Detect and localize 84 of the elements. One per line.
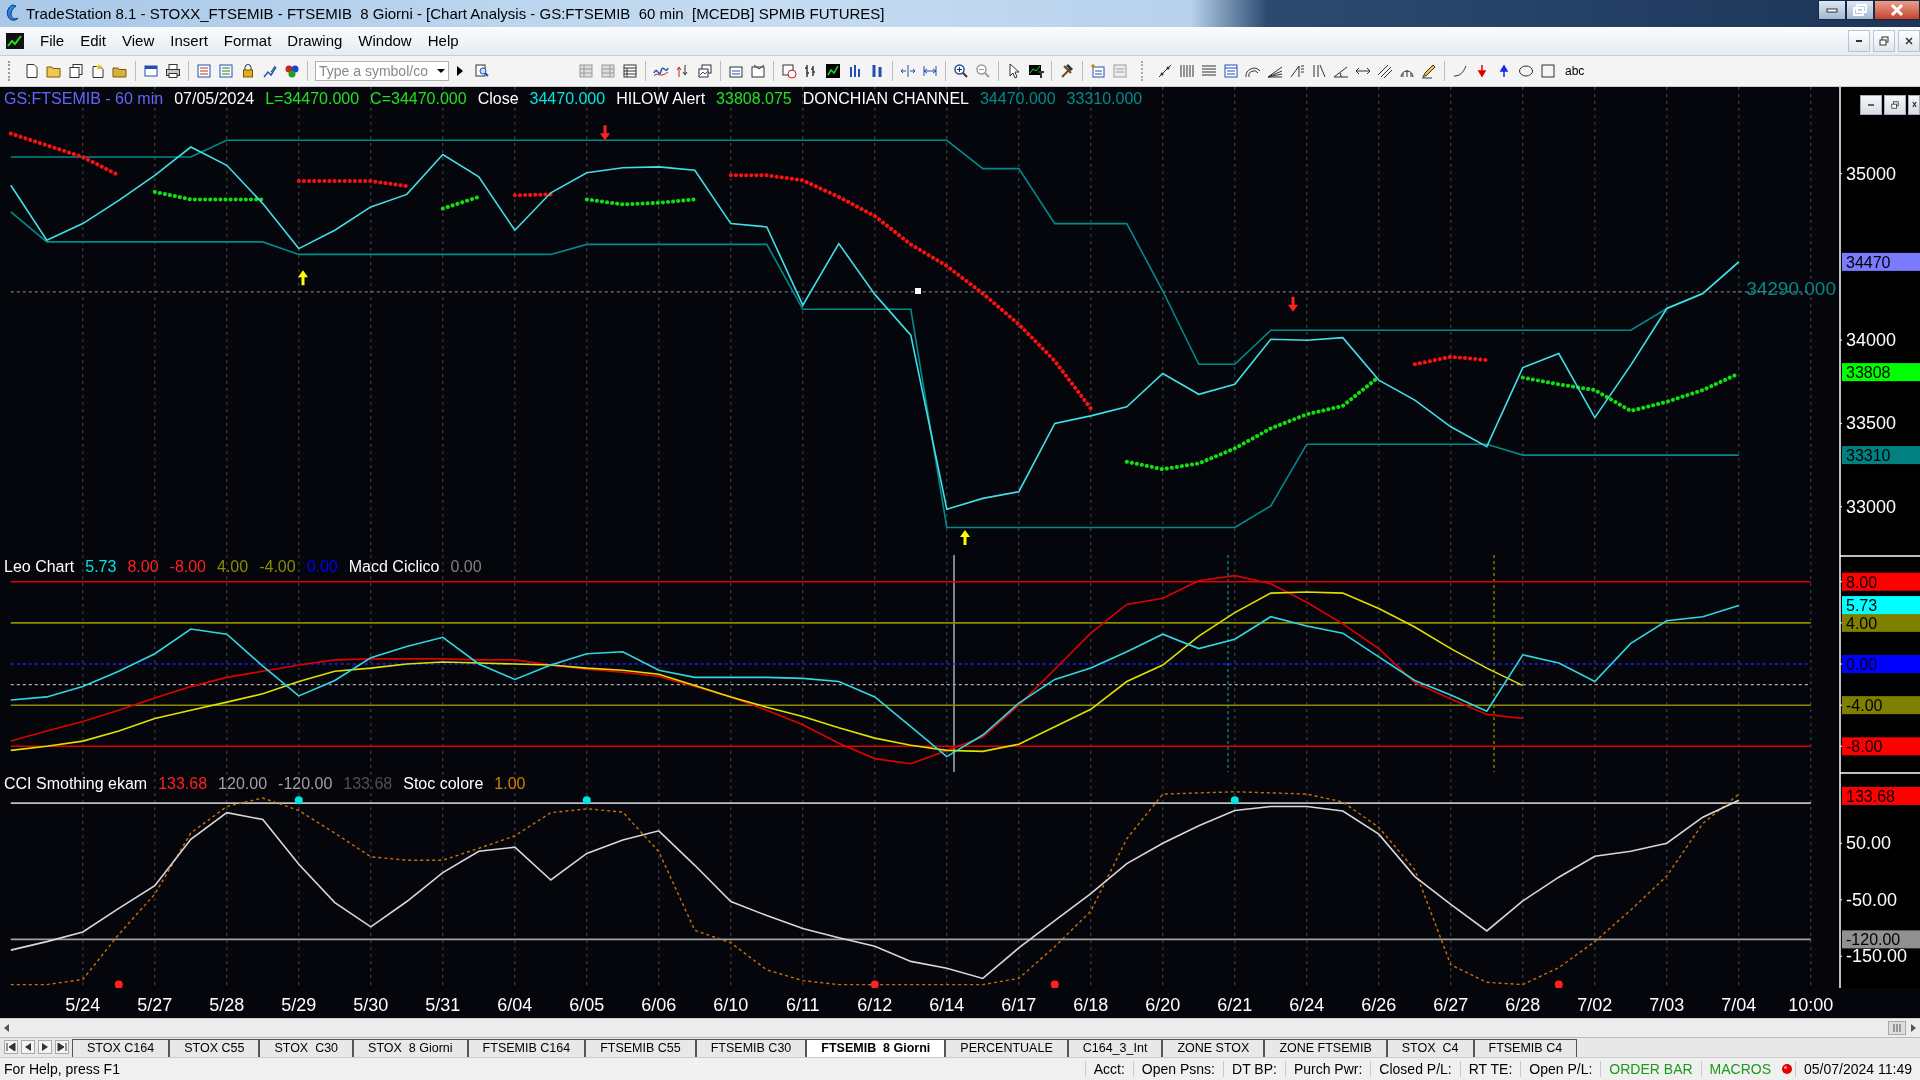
axis-tick: 8.00 [1839,573,1878,591]
price-label: 34290.000 [1746,277,1836,299]
date-label: 5/27 [137,994,173,1015]
legend-text: 07/05/2024 [174,89,255,108]
legend-text: Macd Ciclico [348,557,440,576]
axis-tick: 4.00 [1839,614,1878,632]
date-label: 7/04 [1721,994,1757,1015]
axis-tick: -50.00 [1839,889,1898,910]
date-label: 5/29 [281,994,317,1015]
status-time: 05/07/2024 11:49 [1795,1061,1920,1078]
status-field: Open P/L: [1520,1061,1601,1078]
date-label: 6/28 [1505,994,1541,1015]
legend-text: 1.00 [494,774,526,793]
axis-tick: 34000 [1839,330,1897,350]
date-label: 6/20 [1145,994,1181,1015]
date-label: 6/18 [1073,994,1109,1015]
legend-text: -4.00 [259,557,296,576]
date-label: 6/04 [497,994,533,1015]
status-field: ORDER BAR [1600,1061,1701,1078]
date-label: 6/06 [641,994,677,1015]
legend-text: -120.00 [278,774,333,793]
date-label: 6/21 [1217,994,1253,1015]
date-label: 6/26 [1361,994,1397,1015]
status-field: MACROS [1700,1061,1780,1078]
legend-text: GS:FTSEMIB - 60 min [4,89,164,108]
date-label: 6/27 [1433,994,1469,1015]
axis-tick: -4.00 [1839,697,1883,714]
axis-tick: -8.00 [1839,738,1883,756]
date-label: 6/24 [1289,994,1325,1015]
legend-text: Stoc colore [403,774,484,793]
date-label: 10:00 [1788,994,1834,1015]
date-label: 6/05 [569,994,605,1015]
status-text: For Help, press F1 [4,1061,120,1078]
legend-text: DONCHIAN CHANNEL [802,89,969,108]
legend-text: L=34470.000 [265,89,360,108]
status-field: Acct: [1084,1061,1133,1078]
legend-text: 5.73 [85,557,117,576]
legend-text: HILOW Alert [616,89,706,108]
axis-tick: 50.00 [1839,833,1892,854]
y-tick-label: 4.00 [1846,614,1878,632]
date-label: 6/17 [1001,994,1037,1015]
y-tick-label: -4.00 [1846,696,1883,714]
legend-text: 0.00 [450,557,482,576]
axis-tick: 33500 [1839,413,1897,434]
date-label: 6/10 [713,994,749,1015]
axis-tick: 0.00 [1839,655,1878,673]
legend-text: 34470.000 [529,89,606,108]
axis-tick: 35000 [1839,163,1897,184]
status-field: Open Psns: [1132,1061,1223,1078]
legend-text: C=34470.000 [370,89,467,108]
legend-text: Close [477,89,519,108]
date-label: 5/31 [425,994,461,1015]
legend-text: 120.00 [218,774,268,793]
legend-text: 34470.000 [979,89,1056,108]
legend-text: 0.00 [306,557,338,576]
y-tick-label: -8.00 [1846,738,1883,756]
date-label: 6/14 [929,994,965,1015]
legend-text: 33808.075 [716,89,792,108]
axis-tick: 33000 [1839,496,1897,517]
date-label: 5/24 [65,994,101,1015]
date-label: 5/30 [353,994,389,1015]
window-title: TradeStation 8.1 - STOXX_FTSEMIB - FTSEMIB 8 Giorni - [Chart Analysis - GS:FTSEMIB 60 min [MCEDB] SPMIB FUTURES] [26,4,885,22]
date-label: 5/28 [209,994,245,1015]
legend-text: 133.68 [343,774,393,793]
status-field: RT TE: [1459,1061,1521,1078]
legend-text: 133.68 [158,774,208,793]
status-field: Purch Pwr: [1284,1061,1371,1078]
status-field: Closed P/L: [1370,1061,1460,1078]
date-label: 6/12 [857,994,893,1015]
date-label: 6/11 [785,994,820,1015]
legend-text: -8.00 [169,557,206,576]
y-tick-label: 8.00 [1846,573,1878,591]
value-badge: -120.00 [1842,930,1920,949]
y-tick-label: 34000 [1846,329,1897,350]
date-label: 7/03 [1649,994,1685,1015]
legend-text: 33310.000 [1066,89,1143,108]
y-tick-label: 0.00 [1846,655,1878,673]
legend-text: CCI Smothing ekam [4,774,148,793]
status-field: DT BP: [1223,1061,1285,1078]
axis-tick: -150.00 [1839,946,1908,967]
legend-text: 8.00 [127,557,159,576]
date-label: 7/02 [1577,994,1613,1015]
legend-text: Leo Chart [4,557,75,576]
legend-text: 4.00 [217,557,249,576]
